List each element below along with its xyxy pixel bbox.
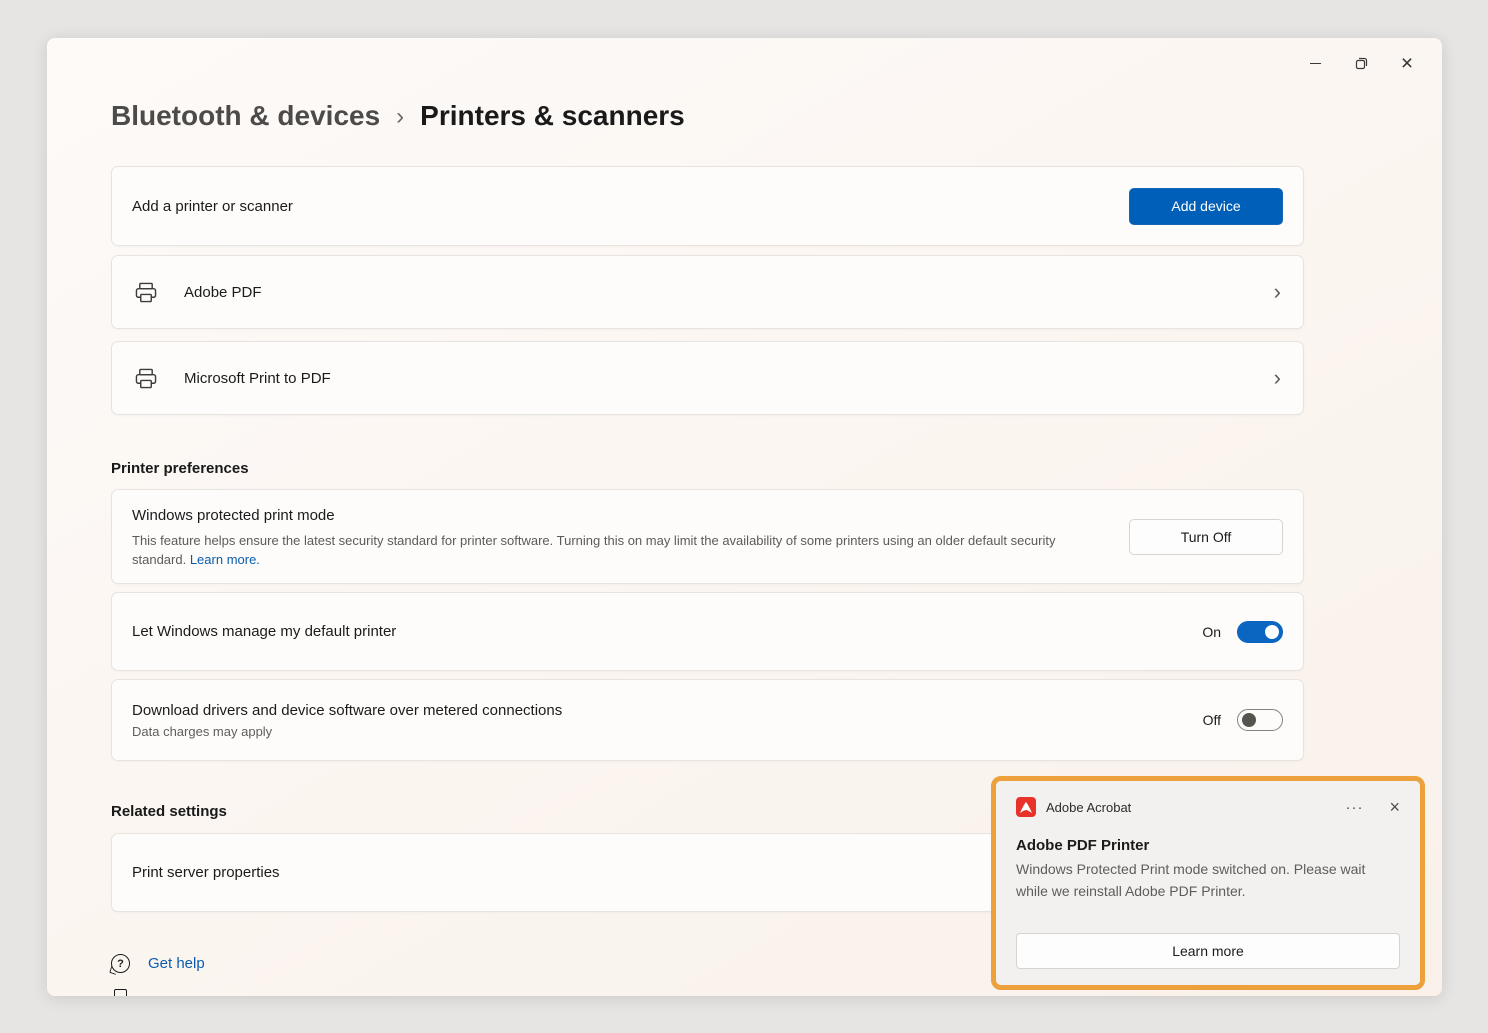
- page-title: Printers & scanners: [420, 100, 685, 132]
- metered-toggle[interactable]: [1237, 709, 1283, 731]
- printer-name: Adobe PDF: [184, 284, 262, 301]
- chevron-right-icon: ›: [1274, 281, 1281, 303]
- close-button[interactable]: ×: [1384, 46, 1430, 80]
- notification-app-name: Adobe Acrobat: [1046, 800, 1131, 815]
- adobe-acrobat-icon: [1016, 797, 1036, 817]
- settings-window: × Bluetooth & devices › Printers & scann…: [47, 38, 1442, 996]
- minimize-button[interactable]: [1292, 46, 1338, 80]
- add-printer-card: Add a printer or scanner Add device: [111, 166, 1304, 246]
- section-heading-printer-preferences: Printer preferences: [111, 460, 249, 477]
- metered-toggle-group: Off: [1203, 709, 1283, 731]
- protected-print-description-text: This feature helps ensure the latest sec…: [132, 533, 1055, 567]
- more-options-icon[interactable]: ···: [1345, 799, 1363, 816]
- protected-print-title: Windows protected print mode: [132, 507, 1283, 524]
- protected-print-card: Windows protected print mode This featur…: [111, 489, 1304, 584]
- notification-body: Windows Protected Print mode switched on…: [1016, 858, 1400, 902]
- toggle-knob: [1265, 625, 1279, 639]
- notification-learn-more-button[interactable]: Learn more: [1016, 933, 1400, 969]
- turn-off-button[interactable]: Turn Off: [1129, 519, 1283, 555]
- default-printer-card: Let Windows manage my default printer On: [111, 592, 1304, 671]
- add-printer-label: Add a printer or scanner: [132, 198, 293, 215]
- default-printer-title: Let Windows manage my default printer: [132, 623, 396, 640]
- toggle-state-label: On: [1202, 624, 1221, 640]
- toggle-knob: [1242, 713, 1256, 727]
- window-controls: ×: [1292, 46, 1430, 80]
- breadcrumb-parent[interactable]: Bluetooth & devices: [111, 100, 380, 132]
- get-help-row: ? Get help: [111, 954, 205, 973]
- printer-row-microsoft-print-to-pdf[interactable]: Microsoft Print to PDF ›: [111, 341, 1304, 415]
- get-help-icon: ?: [111, 954, 130, 973]
- give-feedback-icon: [114, 989, 127, 996]
- notification-highlight-box: Adobe Acrobat ··· × Adobe PDF Printer Wi…: [991, 776, 1425, 990]
- notification-close-icon[interactable]: ×: [1389, 798, 1400, 816]
- metered-subtitle: Data charges may apply: [132, 724, 562, 739]
- printer-row-adobe-pdf[interactable]: Adobe PDF ›: [111, 255, 1304, 329]
- learn-more-link[interactable]: Learn more.: [190, 552, 260, 567]
- printer-icon: [134, 368, 158, 389]
- default-printer-toggle[interactable]: [1237, 621, 1283, 643]
- metered-connections-card: Download drivers and device software ove…: [111, 679, 1304, 761]
- print-server-properties-label: Print server properties: [132, 864, 280, 881]
- printer-icon: [134, 282, 158, 303]
- protected-print-description: This feature helps ensure the latest sec…: [132, 531, 1082, 569]
- get-help-link[interactable]: Get help: [148, 955, 205, 972]
- default-printer-toggle-group: On: [1202, 621, 1283, 643]
- printer-name: Microsoft Print to PDF: [184, 370, 331, 387]
- section-heading-related-settings: Related settings: [111, 803, 227, 820]
- maximize-button[interactable]: [1338, 46, 1384, 80]
- notification-actions: ··· ×: [1345, 798, 1400, 816]
- adobe-acrobat-notification: Adobe Acrobat ··· × Adobe PDF Printer Wi…: [996, 781, 1420, 985]
- notification-title: Adobe PDF Printer: [1016, 837, 1400, 854]
- notification-header: Adobe Acrobat ··· ×: [1016, 797, 1400, 817]
- add-device-button[interactable]: Add device: [1129, 188, 1283, 225]
- breadcrumb-separator-icon: ›: [396, 101, 404, 131]
- metered-title: Download drivers and device software ove…: [132, 702, 562, 719]
- minimize-icon: [1310, 63, 1321, 64]
- restore-icon: [1355, 57, 1368, 70]
- chevron-right-icon: ›: [1274, 367, 1281, 389]
- breadcrumb: Bluetooth & devices › Printers & scanner…: [111, 100, 685, 132]
- metered-text-block: Download drivers and device software ove…: [132, 702, 562, 739]
- close-icon: ×: [1401, 53, 1413, 74]
- toggle-state-label: Off: [1203, 712, 1221, 728]
